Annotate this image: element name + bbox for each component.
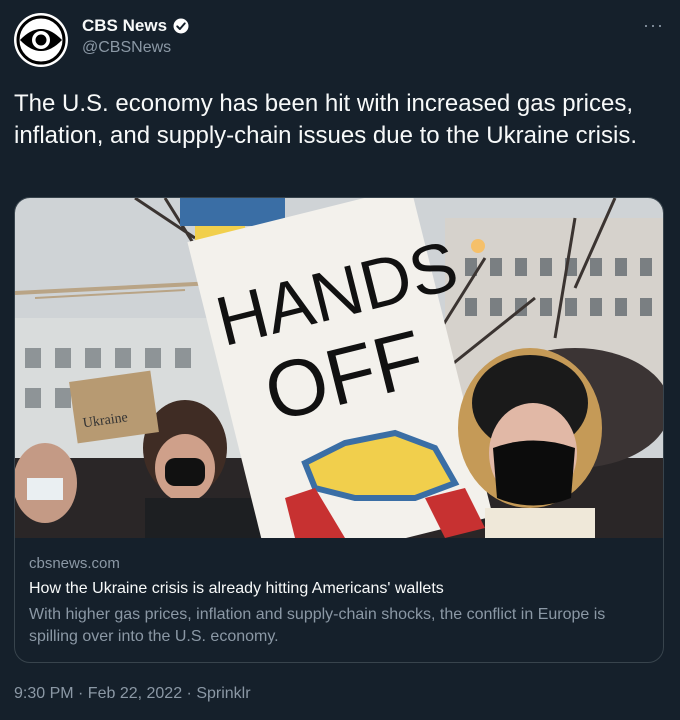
cbs-eye-logo-icon bbox=[16, 15, 66, 65]
tweet-header: CBS News @CBSNews ··· bbox=[14, 13, 666, 69]
verified-badge-icon bbox=[173, 18, 189, 34]
more-options-icon[interactable]: ··· bbox=[643, 15, 664, 36]
author-handle[interactable]: @CBSNews bbox=[82, 39, 190, 57]
card-image: Ukraine HANDS OFF bbox=[15, 198, 663, 538]
tweet-text: The U.S. economy has been hit with incre… bbox=[14, 90, 637, 149]
tweet-timestamp[interactable]: 9:30 PM · Feb 22, 2022 · Sprinklr bbox=[14, 685, 251, 703]
avatar[interactable] bbox=[14, 13, 68, 67]
card-domain: cbsnews.com bbox=[29, 555, 120, 572]
card-description: With higher gas prices, inflation and su… bbox=[29, 606, 606, 645]
card-meta: cbsnews.com How the Ukraine crisis is al… bbox=[29, 555, 649, 648]
link-card[interactable]: Ukraine HANDS OFF cbsnews.com How the Uk… bbox=[14, 197, 664, 663]
display-name[interactable]: CBS News bbox=[82, 16, 167, 36]
card-title[interactable]: How the Ukraine crisis is already hittin… bbox=[29, 580, 649, 598]
author-names: CBS News @CBSNews bbox=[82, 16, 190, 57]
